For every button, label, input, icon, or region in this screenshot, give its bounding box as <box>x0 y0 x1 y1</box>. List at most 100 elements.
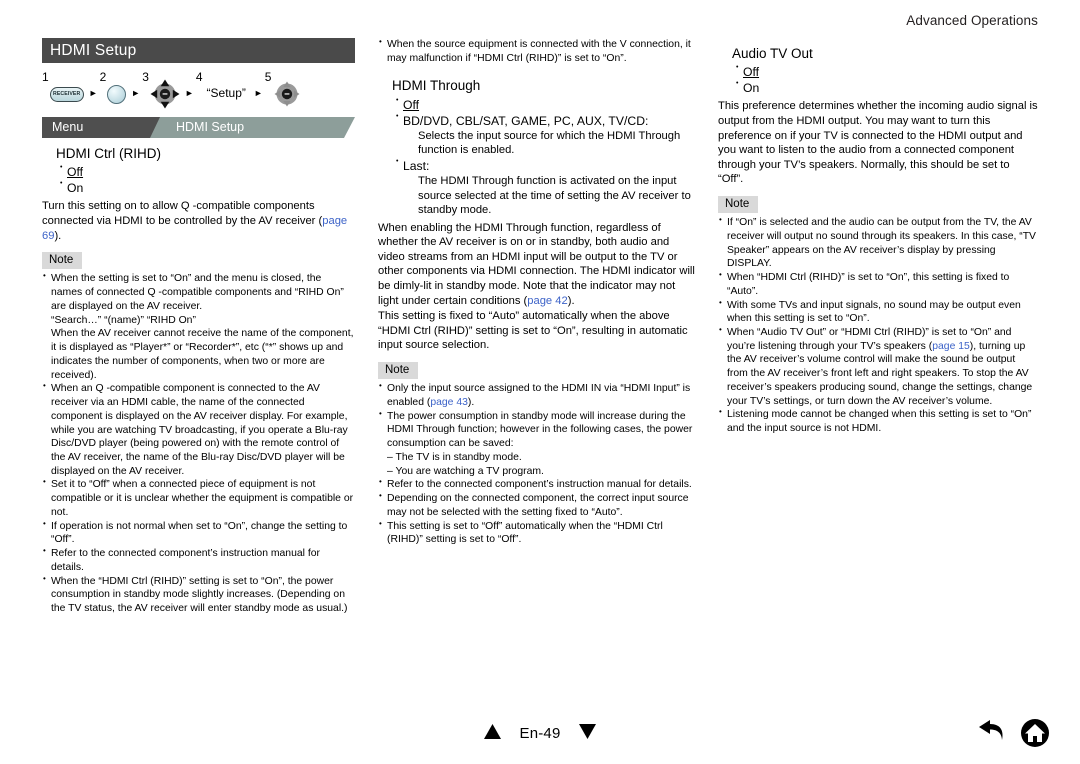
triangle-up-icon[interactable] <box>484 724 502 743</box>
option-on-label: On <box>743 81 760 96</box>
page-number-label: En-49 <box>519 725 561 742</box>
option-sources[interactable]: BD/DVD, CBL/SAT, GAME, PC, AUX, TV/CD: <box>396 112 696 129</box>
option-off[interactable]: Off <box>396 96 696 113</box>
receiver-button-icon: RECEIVER <box>49 86 84 102</box>
step-separator-icon: ► <box>184 88 194 99</box>
setting-title-hdmi-ctrl: HDMI Ctrl (RIHD) <box>56 146 161 161</box>
note-list-col1: When the setting is set to “On” and the … <box>42 271 355 616</box>
option-last-description: The HDMI Through function is activated o… <box>418 175 691 217</box>
note-item: When the source equipment is connected w… <box>378 37 696 65</box>
operation-steps: 1 RECEIVER ► 2 ► 3 ► 4 “Setup” ► 5 <box>42 69 355 113</box>
hdmi-through-description-2: This setting is fixed to “Auto” automati… <box>378 310 688 352</box>
step-number-4: 4 <box>195 70 203 84</box>
note-item: This setting is set to “Off” automatical… <box>378 519 696 547</box>
page-reference-link[interactable]: page 43 <box>430 397 468 408</box>
triangle-down-icon[interactable] <box>578 724 596 743</box>
note-text: The power consumption in standby mode wi… <box>387 410 693 450</box>
breadcrumb-current[interactable]: HDMI Setup <box>148 117 355 138</box>
receiver-button-label: RECEIVER <box>53 90 81 97</box>
note-list-col3: If “On” is selected and the audio can be… <box>718 215 1038 436</box>
manual-page: Advanced Operations HDMI Setup 1 RECEIVE… <box>0 0 1080 764</box>
note-item: Only the input source assigned to the HD… <box>378 381 696 409</box>
option-last[interactable]: Last: <box>396 157 696 174</box>
note-text: Listening mode cannot be changed when th… <box>727 409 1032 435</box>
hdmi-through-description-1-tail: ). <box>567 294 575 307</box>
page-reference-link[interactable]: page 42 <box>527 295 567 307</box>
column-1: HDMI Setup 1 RECEIVER ► 2 ► 3 ► 4 “Setup… <box>42 38 355 616</box>
option-last-label: Last: <box>403 158 430 173</box>
dpad-arrows-icon <box>150 79 180 109</box>
step-label-setup: “Setup” <box>206 86 246 101</box>
note-item: When “Audio TV Out” or “HDMI Ctrl (RIHD)… <box>718 325 1038 408</box>
note-text: Refer to the connected component’s instr… <box>387 479 692 491</box>
option-off-label: Off <box>743 65 760 80</box>
note-item: The power consumption in standby mode wi… <box>378 409 696 479</box>
setting-title-audio-tv-out: Audio TV Out <box>732 46 813 61</box>
footer-nav-icons <box>976 718 1050 748</box>
note-text: With some TVs and input signals, no soun… <box>727 299 1021 325</box>
option-off[interactable]: Off <box>736 63 1038 80</box>
note-list-col2: Only the input source assigned to the HD… <box>378 381 696 547</box>
note-list-col2-lead: When the source equipment is connected w… <box>378 37 696 65</box>
step-separator-icon: ► <box>253 88 263 99</box>
note-text: If “On” is selected and the audio can be… <box>727 217 1036 270</box>
option-on[interactable]: On <box>60 179 355 196</box>
note-subitem: – You are watching a TV program. <box>387 465 544 477</box>
pager: En-49 <box>0 724 1080 743</box>
page-reference-link[interactable]: page 15 <box>932 341 970 352</box>
back-arrow-icon[interactable] <box>976 719 1006 747</box>
note-item: Refer to the connected component’s instr… <box>378 477 696 492</box>
step-number-5: 5 <box>264 70 272 84</box>
note-text: When an Q -compatible component is conne… <box>51 383 348 477</box>
note-text: When the setting is set to “On” and the … <box>51 273 344 312</box>
note-item: If “On” is selected and the audio can be… <box>718 215 1038 271</box>
option-off[interactable]: Off <box>60 163 355 180</box>
note-text: When the “HDMI Ctrl (RIHD)” setting is s… <box>51 575 348 615</box>
hdmi-through-description-1: When enabling the HDMI Through function,… <box>378 221 696 308</box>
chapter-title-bar: HDMI Setup <box>42 38 355 63</box>
note-text: If operation is not normal when set to “… <box>51 520 348 546</box>
note-text: When the AV receiver cannot receive the … <box>51 328 354 381</box>
note-text: This setting is set to “Off” automatical… <box>387 520 663 546</box>
note-text: “Search…” “(name)” “RIHD On” <box>51 314 196 326</box>
note-item: When the “HDMI Ctrl (RIHD)” setting is s… <box>42 574 355 616</box>
note-text: When the source equipment is connected w… <box>387 39 691 64</box>
note-item: When an Q -compatible component is conne… <box>42 381 355 478</box>
home-icon[interactable] <box>1020 718 1050 748</box>
step-number-1: 1 <box>42 70 49 84</box>
note-text: Depending on the connected component, th… <box>387 493 689 518</box>
option-on-label: On <box>67 181 84 196</box>
note-label: Note <box>378 361 419 380</box>
note-item: When “HDMI Ctrl (RIHD)” is set to “On”, … <box>718 270 1038 298</box>
option-off-label: Off <box>403 97 420 112</box>
audio-tv-out-description: This preference determines whether the i… <box>718 100 1038 186</box>
running-head: Advanced Operations <box>906 13 1038 28</box>
step-separator-icon: ► <box>88 88 98 99</box>
hdmi-ctrl-description-text: Turn this setting on to allow Q -compati… <box>42 200 323 227</box>
note-item: Set it to “Off” when a connected piece o… <box>42 477 355 519</box>
option-sources-label: BD/DVD, CBL/SAT, GAME, PC, AUX, TV/CD: <box>403 113 649 128</box>
option-off-label: Off <box>67 165 84 180</box>
note-item: When the setting is set to “On” and the … <box>42 271 355 382</box>
dpad-enter-icon <box>272 79 302 109</box>
note-item: Depending on the connected component, th… <box>378 491 696 519</box>
note-item: With some TVs and input signals, no soun… <box>718 298 1038 326</box>
page-footer: En-49 <box>0 712 1080 752</box>
note-item: If operation is not normal when set to “… <box>42 519 355 547</box>
note-text: When “HDMI Ctrl (RIHD)” is set to “On”, … <box>727 272 1010 297</box>
note-subitem: – The TV is in standby mode. <box>387 451 522 463</box>
column-2: When the source equipment is connected w… <box>378 37 696 547</box>
hdmi-ctrl-description-tail: ). <box>54 229 62 242</box>
note-item: Listening mode cannot be changed when th… <box>718 407 1038 435</box>
option-sources-description: Selects the input source for which the H… <box>418 129 681 157</box>
step-number-2: 2 <box>99 70 107 84</box>
note-label: Note <box>42 252 83 270</box>
round-button-icon <box>107 84 127 104</box>
option-on[interactable]: On <box>736 79 1038 96</box>
hdmi-ctrl-description: Turn this setting on to allow Q -compati… <box>42 199 355 243</box>
column-3: Audio TV Out Off On This preference dete… <box>718 38 1038 436</box>
step-number-3: 3 <box>142 70 149 84</box>
setting-title-hdmi-through: HDMI Through <box>392 78 481 94</box>
note-text-tail: ). <box>467 396 475 408</box>
